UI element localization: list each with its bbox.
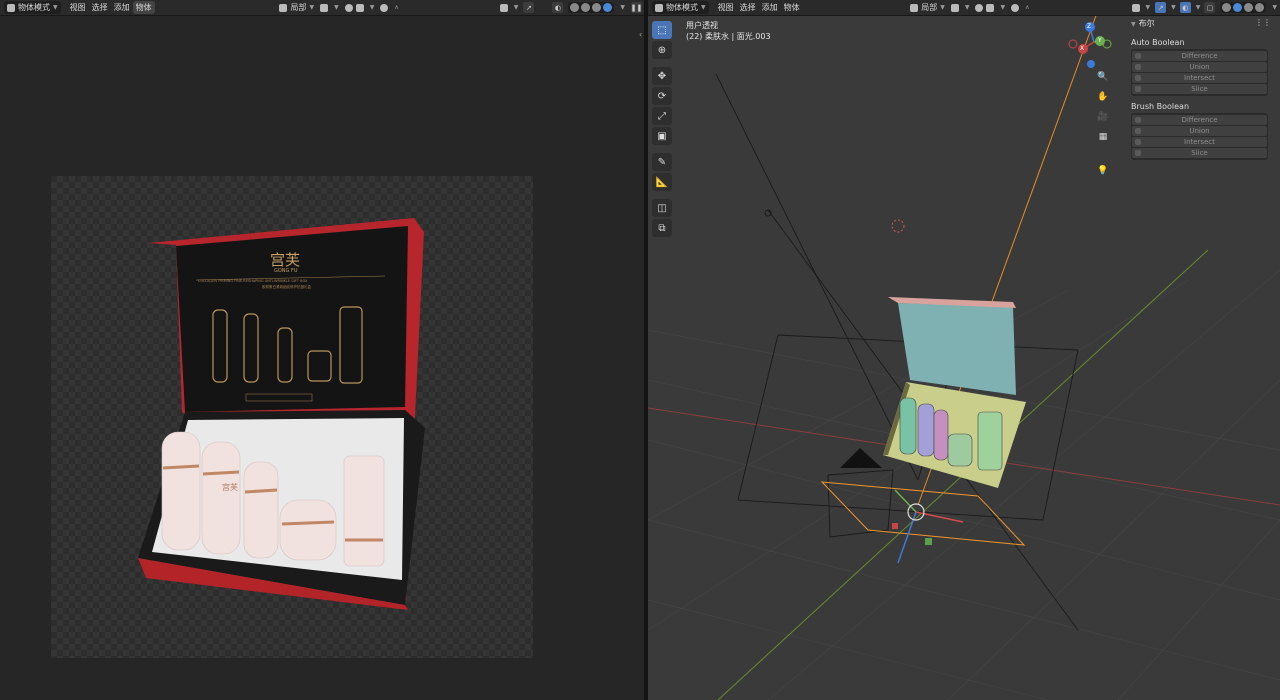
falloff-icon: ∧ xyxy=(1025,4,1030,11)
eye-icon xyxy=(1131,3,1140,12)
scale-tool[interactable]: ⤢ xyxy=(652,107,672,125)
orientation-icon xyxy=(910,3,919,12)
chevron-down-icon[interactable]: ▼ xyxy=(1272,4,1277,11)
chevron-down-icon[interactable]: ▼ xyxy=(1171,4,1176,11)
gizmo-z-label: Z xyxy=(1087,23,1092,30)
measure-tool[interactable]: 📐 xyxy=(652,173,672,191)
brush-boolean-title: Brush Boolean xyxy=(1131,102,1190,111)
brush-union-button[interactable]: Union xyxy=(1132,126,1267,136)
select-box-tool[interactable]: ⬚ xyxy=(652,21,672,39)
chevron-down-icon: ▼ xyxy=(701,4,706,11)
drag-handle-icon[interactable]: ⋮⋮ xyxy=(1255,18,1271,29)
view-name: 用户透视 xyxy=(686,21,718,30)
auto-difference-button[interactable]: Difference xyxy=(1132,51,1267,61)
camera-view-icon[interactable]: 🎥 xyxy=(1096,110,1110,124)
right-pivot-point[interactable]: ▼ xyxy=(948,1,973,14)
render-line1: COLLAGEN FIRMING FINE-RESHAPING ANTI-WRI… xyxy=(198,279,308,283)
right-header: 物体模式 ▼ 视图 选择 添加 物体 局部 ▼ ▼ ▼ ∧ ▼ ↗ ▼ ◐ ▼ … xyxy=(648,0,1280,16)
pivot-icon xyxy=(950,3,959,12)
snap-icon xyxy=(975,3,984,12)
right-transform-orientation[interactable]: 局部 ▼ xyxy=(907,1,948,14)
3d-viewport[interactable]: Z Y X 物体模式 ▼ 视图 选择 添加 物体 局部 ▼ ▼ ▼ ∧ ▼ ↗ … xyxy=(648,0,1280,700)
brush-intersect-button[interactable]: Intersect xyxy=(1132,137,1267,147)
right-mode-label: 物体模式 xyxy=(666,3,698,12)
right-snap[interactable]: ▼ xyxy=(972,1,1008,14)
active-object-name: (22) 柔肤水 | 面光.003 xyxy=(686,32,771,41)
brush-boolean-buttons: Difference Union Intersect Slice xyxy=(1131,113,1268,160)
chevron-down-icon: ▼ xyxy=(1145,4,1151,11)
cursor-tool[interactable]: ⊕ xyxy=(652,41,672,59)
tool-shelf: ⬚ ⊕ ✥ ⟳ ⤢ ▣ ✎ 📐 ◫ ⧉ xyxy=(652,21,674,237)
right-shading-modes xyxy=(1220,2,1267,13)
render-brand-en: GONG FU xyxy=(274,268,298,274)
object-mode-icon xyxy=(655,3,663,12)
snap-settings-icon xyxy=(986,3,995,12)
collapse-arrow-icon[interactable]: ‹ xyxy=(639,30,642,39)
auto-boolean-buttons: Difference Union Intersect Slice xyxy=(1131,49,1268,96)
annotate-tool[interactable]: ✎ xyxy=(652,153,672,171)
solid-shading-button[interactable] xyxy=(1233,3,1243,12)
rotate-tool[interactable]: ⟳ xyxy=(652,87,672,105)
gizmo-y-label: Y xyxy=(1098,37,1102,44)
pan-hand-icon[interactable]: ✋ xyxy=(1096,90,1110,104)
add-object-tool[interactable]: ⧉ xyxy=(652,219,672,237)
brush-slice-button[interactable]: Slice xyxy=(1132,148,1267,158)
wireframe-shading-button[interactable] xyxy=(1222,3,1232,12)
lightbulb-icon[interactable]: 💡 xyxy=(1096,164,1110,178)
rendered-shading-button[interactable] xyxy=(1255,3,1265,12)
chevron-down-icon[interactable]: ▼ xyxy=(1196,4,1201,11)
chevron-down-icon: ▼ xyxy=(1131,21,1136,28)
transform-tool[interactable]: ▣ xyxy=(652,127,672,145)
sidebar-boolean-panel: ▼ 布尔 ⋮⋮ Auto Boolean Difference Union Int… xyxy=(1126,15,1276,160)
brush-difference-button[interactable]: Difference xyxy=(1132,115,1267,125)
chevron-down-icon: ▼ xyxy=(940,4,945,11)
chevron-down-icon: ▼ xyxy=(964,4,970,11)
material-shading-button[interactable] xyxy=(1244,3,1254,12)
right-menu-add[interactable]: 添加 xyxy=(759,1,781,14)
xray-toggle[interactable]: ▢ xyxy=(1204,2,1216,13)
viewport-info: 用户透视 (22) 柔肤水 | 面光.003 xyxy=(686,20,771,42)
right-overlay-toggle[interactable]: ◐ xyxy=(1179,2,1191,13)
panel-tab-label: 布尔 xyxy=(1138,19,1155,28)
navigation-tools: 🔍 ✋ 🎥 ▦ 💡 xyxy=(1096,70,1110,178)
right-menu-object[interactable]: 物体 xyxy=(781,1,803,14)
right-proportional[interactable]: ∧ xyxy=(1008,1,1032,14)
render-gift-box xyxy=(138,218,425,610)
render-brand-cn: 宫芙 xyxy=(270,251,301,269)
right-gizmo-toggle[interactable]: ↗ xyxy=(1155,2,1167,13)
right-visibility[interactable]: ▼ xyxy=(1129,1,1154,14)
perspective-grid-icon[interactable]: ▦ xyxy=(1096,130,1110,144)
zoom-icon[interactable]: 🔍 xyxy=(1096,70,1110,84)
right-menu-view[interactable]: 视图 xyxy=(715,1,737,14)
render-bottle-label: 宫芙 xyxy=(222,483,238,492)
auto-intersect-button[interactable]: Intersect xyxy=(1132,73,1267,83)
gizmo-x-label: X xyxy=(1080,45,1085,52)
add-cube-tool[interactable]: ◫ xyxy=(652,199,672,217)
right-menu-select[interactable]: 选择 xyxy=(737,1,759,14)
panel-header[interactable]: ▼ 布尔 ⋮⋮ xyxy=(1126,15,1276,32)
auto-union-button[interactable]: Union xyxy=(1132,62,1267,72)
right-pivot-label: 局部 xyxy=(921,3,938,12)
move-tool[interactable]: ✥ xyxy=(652,67,672,85)
chevron-down-icon: ▼ xyxy=(1000,4,1006,11)
auto-boolean-title: Auto Boolean xyxy=(1131,38,1185,47)
render-line2: 胶原蛋白紧致细纹修护抗皱礼盒 xyxy=(262,285,311,289)
auto-slice-button[interactable]: Slice xyxy=(1132,84,1267,94)
render-editor: 物体模式 ▼ 视图 选择 添加 物体 局部 ▼ ▼ ▼ ∧ ▼ ↗ ◐ ▼ ❚❚ xyxy=(0,0,644,700)
right-mode-dropdown[interactable]: 物体模式 ▼ xyxy=(652,1,709,14)
proportional-edit-icon xyxy=(1011,3,1020,12)
